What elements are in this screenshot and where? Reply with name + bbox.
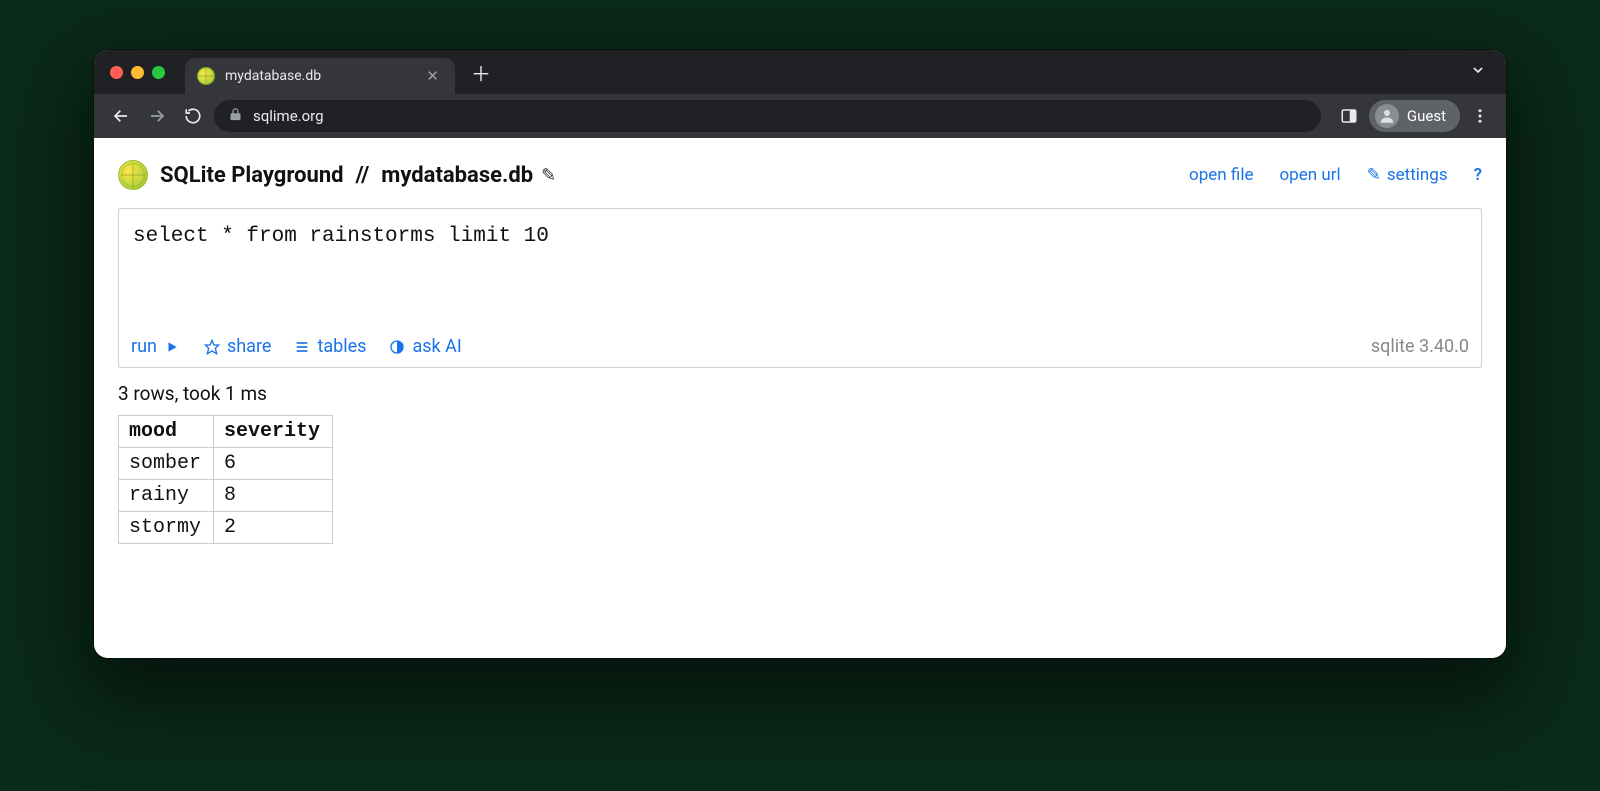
browser-window: mydatabase.db ✕ ＋ sqlime.org <box>94 50 1506 658</box>
result-table: moodseverity somber6rainy8stormy2 <box>118 415 333 544</box>
ask-ai-button[interactable]: ask AI <box>388 336 461 357</box>
title-separator: // <box>356 163 370 188</box>
table-row: somber6 <box>119 448 333 480</box>
avatar-icon <box>1375 104 1399 128</box>
table-row: rainy8 <box>119 480 333 512</box>
url-text: sqlime.org <box>253 107 324 125</box>
address-bar: sqlime.org Guest <box>94 94 1506 138</box>
sql-input[interactable] <box>119 209 1481 328</box>
nav-reload-button[interactable] <box>178 101 208 131</box>
side-panel-button[interactable] <box>1335 102 1363 130</box>
ai-icon <box>388 338 406 356</box>
window-close-button[interactable] <box>110 66 123 79</box>
lock-icon <box>228 107 243 126</box>
app-title: SQLite Playground <box>160 163 344 188</box>
result-header-row: moodseverity <box>119 416 333 448</box>
star-icon <box>203 338 221 356</box>
result-status: 3 rows, took 1 ms <box>118 382 1482 405</box>
profile-button[interactable]: Guest <box>1369 100 1460 132</box>
sql-editor-panel: run share tables <box>118 208 1482 368</box>
settings-label: settings <box>1387 165 1448 185</box>
table-cell: 8 <box>214 480 333 512</box>
url-field[interactable]: sqlime.org <box>214 100 1321 132</box>
table-cell: 6 <box>214 448 333 480</box>
run-label: run <box>131 336 157 357</box>
table-cell: 2 <box>214 512 333 544</box>
rename-db-button[interactable]: ✎ <box>541 165 556 186</box>
play-icon <box>163 338 181 356</box>
run-button[interactable]: run <box>131 336 181 357</box>
column-header: severity <box>214 416 333 448</box>
list-icon <box>293 338 311 356</box>
app-logo-icon <box>118 160 148 190</box>
table-row: stormy2 <box>119 512 333 544</box>
header-links: open file open url ✎ settings ? <box>1189 165 1482 185</box>
window-minimize-button[interactable] <box>131 66 144 79</box>
tab-title: mydatabase.db <box>225 68 414 84</box>
window-controls <box>110 66 165 79</box>
nav-back-button[interactable] <box>106 101 136 131</box>
open-url-link[interactable]: open url <box>1279 165 1340 185</box>
tab-close-button[interactable]: ✕ <box>424 67 441 85</box>
window-maximize-button[interactable] <box>152 66 165 79</box>
tab-bar: mydatabase.db ✕ ＋ <box>94 50 1506 94</box>
share-button[interactable]: share <box>203 336 271 357</box>
column-header: mood <box>119 416 214 448</box>
open-file-link[interactable]: open file <box>1189 165 1253 185</box>
nav-forward-button[interactable] <box>142 101 172 131</box>
tables-label: tables <box>317 336 366 357</box>
database-name: mydatabase.db <box>381 163 533 188</box>
ask-ai-label: ask AI <box>412 336 461 357</box>
engine-version: sqlite 3.40.0 <box>1371 336 1469 357</box>
tables-button[interactable]: tables <box>293 336 366 357</box>
new-tab-button[interactable]: ＋ <box>463 58 499 87</box>
profile-label: Guest <box>1407 107 1446 125</box>
table-cell: rainy <box>119 480 214 512</box>
table-cell: somber <box>119 448 214 480</box>
browser-tab[interactable]: mydatabase.db ✕ <box>185 58 455 94</box>
share-label: share <box>227 336 271 357</box>
help-link[interactable]: ? <box>1474 165 1482 185</box>
table-cell: stormy <box>119 512 214 544</box>
editor-toolbar: run share tables <box>119 328 1481 367</box>
page-header: SQLite Playground // mydatabase.db ✎ ope… <box>118 160 1482 190</box>
settings-link[interactable]: ✎ settings <box>1367 165 1448 185</box>
settings-icon: ✎ <box>1367 165 1381 185</box>
tabs-overflow-button[interactable] <box>1462 62 1494 82</box>
favicon-icon <box>197 67 215 85</box>
page-content: SQLite Playground // mydatabase.db ✎ ope… <box>94 138 1506 658</box>
browser-menu-button[interactable] <box>1466 107 1494 125</box>
